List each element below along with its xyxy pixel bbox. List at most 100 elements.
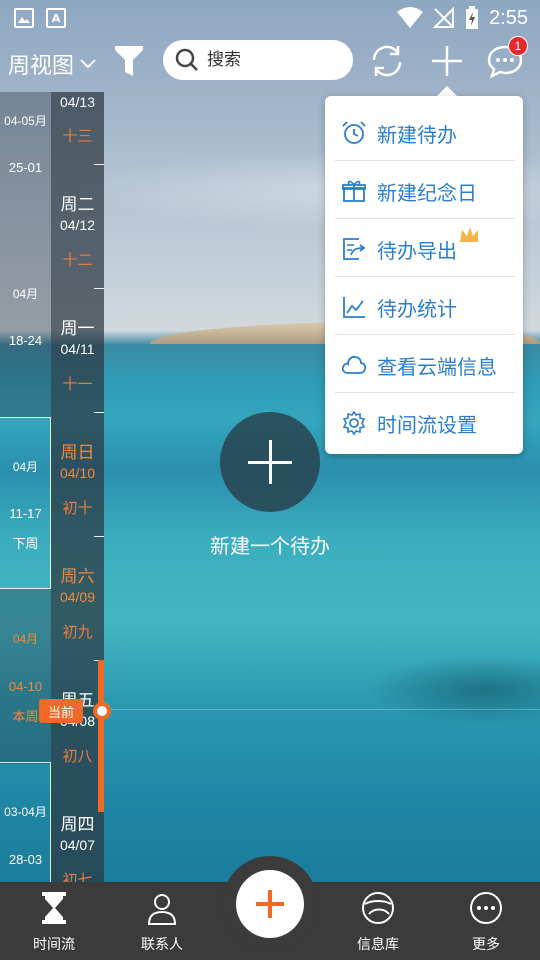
filter-icon[interactable]: [114, 44, 144, 78]
floating-add-button[interactable]: [236, 870, 304, 938]
current-time-line: [104, 709, 540, 710]
week-block-previous[interactable]: [0, 762, 51, 892]
database-icon: [362, 892, 394, 924]
day-tick: [94, 288, 104, 289]
search-icon: [175, 48, 198, 71]
chevron-down-icon: [80, 59, 96, 69]
week-column: 04-05月 25-01 04月 18-24 04月 11-17 下周 04月 …: [0, 92, 51, 892]
day-date: 04/12: [59, 217, 96, 233]
messages-button[interactable]: 1: [484, 36, 528, 82]
week-month-range: 04月: [12, 287, 39, 301]
menu-item-label: 待办统计: [377, 296, 457, 321]
view-mode-dropdown[interactable]: 周视图: [8, 48, 96, 80]
lunar-date: 十一: [62, 375, 93, 393]
menu-item-label: 时间流设置: [377, 412, 477, 437]
nav-item-contacts[interactable]: 联系人: [108, 882, 216, 960]
new-todo-button[interactable]: [220, 412, 320, 512]
export-icon: [343, 238, 366, 260]
day-date: 04/07: [59, 837, 96, 853]
sync-button[interactable]: [366, 40, 408, 82]
top-toolbar: 周视图 1: [0, 36, 540, 88]
add-button[interactable]: [426, 40, 468, 82]
nav-label: 信息库: [357, 937, 399, 953]
day-date: 04/09: [59, 589, 96, 605]
hourglass-icon: [42, 892, 66, 924]
nav-item-info-library[interactable]: 信息库: [324, 882, 432, 960]
menu-divider: [335, 276, 515, 277]
menu-item-export-todo[interactable]: 待办导出: [335, 220, 515, 278]
lunar-date: 初十: [62, 499, 93, 517]
menu-item-label: 新建纪念日: [377, 180, 477, 205]
status-bar: A 2:55: [0, 0, 540, 36]
wifi-icon: [397, 7, 424, 28]
week-day-range: 25-01: [8, 160, 43, 175]
nav-item-timeline[interactable]: 时间流: [0, 882, 108, 960]
week-block-current-bg: [0, 589, 51, 764]
day-item[interactable]: 04/13: [51, 92, 104, 110]
gear-icon: [342, 410, 366, 436]
menu-item-cloud-info[interactable]: 查看云端信息: [335, 336, 515, 394]
menu-pointer: [437, 86, 457, 96]
more-dots-icon: [470, 892, 502, 924]
week-relative-label: 下周: [12, 536, 39, 551]
week-day-range: 18-24: [8, 333, 43, 348]
cloud-icon: [341, 355, 367, 374]
week-month-range: 04月: [12, 632, 39, 646]
week-block-next[interactable]: [0, 417, 51, 589]
week-month-range: 04-05月: [4, 114, 47, 128]
day-tick: [94, 412, 104, 413]
lunar-date: 初九: [62, 623, 93, 641]
day-date: 04/13: [59, 94, 96, 110]
search-input[interactable]: [207, 50, 337, 70]
menu-item-label: 查看云端信息: [377, 354, 497, 379]
new-todo-label[interactable]: 新建一个待办: [170, 530, 370, 559]
no-signal-icon: [433, 7, 455, 28]
app-notification-icon: A: [46, 8, 66, 28]
menu-item-label: 待办导出: [377, 238, 457, 263]
day-tick: [94, 164, 104, 165]
search-bar[interactable]: [163, 40, 353, 80]
menu-item-new-anniversary[interactable]: 新建纪念日: [335, 162, 515, 220]
menu-item-label: 新建待办: [377, 122, 457, 147]
sync-icon: [372, 45, 402, 77]
current-time-dot: [93, 702, 111, 720]
image-notification-icon: [14, 8, 34, 28]
plus-icon: [432, 46, 462, 76]
lunar-date: 十三: [62, 127, 93, 145]
menu-divider: [335, 160, 515, 161]
week-block-bg: [0, 92, 51, 417]
day-tick: [94, 536, 104, 537]
menu-item-todo-stats[interactable]: 待办统计: [335, 278, 515, 336]
lunar-date: 初八: [62, 747, 93, 765]
week-month-range: 04月: [12, 460, 39, 474]
nav-label: 更多: [472, 937, 500, 953]
day-weekday: 周二: [60, 195, 95, 215]
add-dropdown-menu: 新建待办 新建纪念日 待办导出 待办统计 查看云端信息 时间流设置: [325, 96, 523, 454]
menu-item-new-todo[interactable]: 新建待办: [335, 104, 515, 162]
nav-label: 联系人: [141, 937, 183, 953]
menu-divider: [335, 334, 515, 335]
view-mode-label: 周视图: [8, 54, 75, 79]
notification-badge: 1: [508, 36, 528, 56]
day-item[interactable]: 周二 04/12: [51, 190, 104, 233]
battery-charging-icon: [466, 6, 479, 29]
day-date: 04/11: [60, 341, 95, 357]
week-day-range: 28-03: [8, 852, 43, 867]
day-item[interactable]: 周日 04/10: [51, 438, 104, 481]
day-item[interactable]: 周一 04/11: [51, 314, 104, 357]
menu-divider: [335, 218, 515, 219]
day-item[interactable]: 周四 04/07: [51, 810, 104, 853]
current-time-tag: 当前: [39, 699, 83, 723]
current-day-indicator: [98, 660, 104, 812]
nav-item-more[interactable]: 更多: [432, 882, 540, 960]
week-day-range: 11-17: [9, 506, 42, 521]
nav-label: 时间流: [33, 937, 75, 953]
alarm-clock-icon: [342, 121, 366, 144]
menu-divider: [335, 392, 515, 393]
day-weekday: 周一: [60, 319, 95, 339]
line-chart-icon: [343, 297, 365, 318]
menu-item-timeline-settings[interactable]: 时间流设置: [335, 394, 515, 452]
day-column: 04/13 十三 周二 04/12 十二 周一 04/11 十一 周日 04/1…: [51, 92, 104, 889]
day-item[interactable]: 周六 04/09: [51, 562, 104, 605]
vip-crown-icon: [460, 227, 478, 242]
